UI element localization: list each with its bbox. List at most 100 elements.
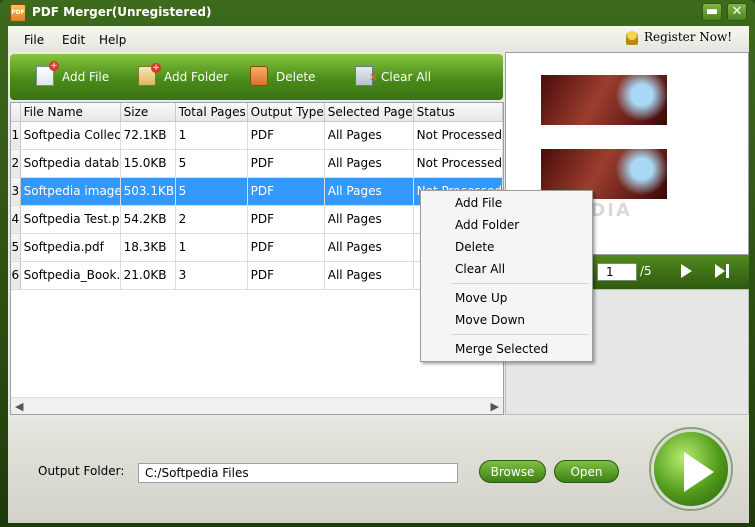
ctx-delete[interactable]: Delete bbox=[455, 240, 494, 254]
column-header-output-type[interactable]: Output Type bbox=[247, 103, 325, 122]
cell-total-pages: 1 bbox=[175, 233, 248, 262]
output-folder-input[interactable]: C:/Softpedia Files bbox=[138, 463, 458, 483]
window-title: PDF Merger(Unregistered) bbox=[32, 5, 212, 19]
row-index: 1 bbox=[11, 121, 21, 150]
column-header-status[interactable]: Status bbox=[413, 103, 504, 122]
cell-selected-page: All Pages bbox=[324, 205, 414, 234]
ctx-separator bbox=[451, 334, 589, 335]
cell-output-type: PDF bbox=[247, 205, 325, 234]
cell-file-name: Softpedia.pdf bbox=[20, 233, 121, 262]
ctx-separator bbox=[451, 283, 589, 284]
add-file-button[interactable]: Add File bbox=[36, 61, 110, 88]
row-index: 5 bbox=[11, 233, 21, 262]
file-name-text: Softpedia Test.pdf bbox=[23, 212, 120, 226]
clear-all-label: Clear All bbox=[381, 70, 432, 84]
cell-output-type: PDF bbox=[247, 177, 325, 206]
file-name-text: Softpedia_Book.pdf bbox=[23, 268, 120, 282]
menu-edit[interactable]: Edit bbox=[62, 33, 85, 47]
add-file-icon bbox=[36, 61, 59, 86]
ctx-merge-selected[interactable]: Merge Selected bbox=[455, 342, 548, 356]
add-file-label: Add File bbox=[62, 70, 110, 84]
thumbnail-caption-decoration bbox=[541, 141, 667, 147]
register-label: Register Now! bbox=[644, 30, 733, 44]
context-menu: Add File Add Folder Delete Clear All Mov… bbox=[420, 190, 593, 362]
ctx-move-down[interactable]: Move Down bbox=[455, 313, 525, 327]
preview-thumbnail-page bbox=[541, 75, 667, 125]
cell-selected-page: All Pages bbox=[324, 121, 414, 150]
start-merge-button[interactable] bbox=[651, 429, 731, 509]
cell-size: 21.0KB bbox=[120, 261, 176, 290]
trash-icon bbox=[250, 66, 268, 86]
register-now-link[interactable]: Register Now! bbox=[626, 30, 732, 48]
add-folder-icon bbox=[138, 63, 161, 86]
file-name-text: Softpedia.pdf bbox=[23, 240, 104, 254]
open-button[interactable]: Open bbox=[554, 460, 619, 483]
cell-status: Not Processed bbox=[413, 121, 504, 150]
row-index: 4 bbox=[11, 205, 21, 234]
pdf-app-icon: PDF bbox=[10, 4, 26, 22]
column-header-index bbox=[11, 103, 21, 122]
clear-all-button[interactable]: Clear All bbox=[355, 66, 432, 89]
cell-output-type: PDF bbox=[247, 121, 325, 150]
delete-label: Delete bbox=[276, 70, 316, 84]
ctx-move-up[interactable]: Move Up bbox=[455, 291, 507, 305]
add-folder-label: Add Folder bbox=[164, 70, 229, 84]
title-bar[interactable]: PDF PDF Merger(Unregistered) ▬ ✕ bbox=[0, 0, 755, 26]
ctx-clear-all[interactable]: Clear All bbox=[455, 262, 505, 276]
cell-size: 503.1KB bbox=[120, 177, 176, 206]
cell-selected-page: All Pages bbox=[324, 177, 414, 206]
next-page-icon[interactable] bbox=[681, 264, 692, 278]
cell-output-type: PDF bbox=[247, 149, 325, 178]
column-header-file-name[interactable]: File Name bbox=[20, 103, 121, 122]
toolbar: Add File Add Folder Delete Clear All bbox=[10, 54, 503, 100]
cell-file-name: Softpedia database bbox=[20, 149, 121, 178]
cell-size: 54.2KB bbox=[120, 205, 176, 234]
cell-output-type: PDF bbox=[247, 261, 325, 290]
ctx-add-file[interactable]: Add File bbox=[455, 196, 502, 210]
column-header-size[interactable]: Size bbox=[120, 103, 176, 122]
close-button[interactable]: ✕ bbox=[727, 3, 747, 21]
file-name-text: Softpedia images.pdf bbox=[23, 184, 120, 198]
minimize-button[interactable]: ▬ bbox=[702, 3, 722, 21]
app-window: PDF PDF Merger(Unregistered) ▬ ✕ File Ed… bbox=[0, 0, 755, 527]
horizontal-scrollbar[interactable]: ◀ ▶ bbox=[11, 397, 503, 414]
table-row[interactable]: 2 Softpedia database 15.0KB 5 PDF All Pa… bbox=[11, 149, 504, 178]
column-header-total-pages[interactable]: Total Pages bbox=[175, 103, 248, 122]
column-header-selected-page[interactable]: Selected Page bbox=[324, 103, 414, 122]
cell-total-pages: 1 bbox=[175, 121, 248, 150]
cell-size: 18.3KB bbox=[120, 233, 176, 262]
cell-total-pages: 5 bbox=[175, 177, 248, 206]
cell-size: 15.0KB bbox=[120, 149, 176, 178]
cell-total-pages: 3 bbox=[175, 261, 248, 290]
row-index: 3 bbox=[11, 177, 21, 206]
delete-button[interactable]: Delete bbox=[250, 66, 316, 88]
clear-all-icon bbox=[355, 66, 378, 89]
add-folder-button[interactable]: Add Folder bbox=[138, 63, 229, 88]
row-index: 2 bbox=[11, 149, 21, 178]
cell-file-name: Softpedia Collection bbox=[20, 121, 121, 150]
client-area: File Edit Help Register Now! Add File Ad… bbox=[8, 26, 749, 523]
cell-selected-page: All Pages bbox=[324, 233, 414, 262]
last-page-icon[interactable] bbox=[715, 264, 731, 278]
cell-file-name: Softpedia_Book.pdf bbox=[20, 261, 121, 290]
ctx-add-folder[interactable]: Add Folder bbox=[455, 218, 519, 232]
cell-status: Not Processed bbox=[413, 149, 504, 178]
file-name-text: Softpedia Collection bbox=[23, 128, 120, 142]
file-name-text: Softpedia database bbox=[23, 156, 120, 170]
page-number-input[interactable]: 1 bbox=[597, 263, 637, 281]
play-icon bbox=[684, 452, 714, 492]
menu-bar: File Edit Help Register Now! bbox=[8, 26, 749, 52]
scroll-left-icon[interactable]: ◀ bbox=[15, 400, 23, 413]
browse-button[interactable]: Browse bbox=[479, 460, 546, 483]
menu-help[interactable]: Help bbox=[99, 33, 126, 47]
row-index: 6 bbox=[11, 261, 21, 290]
output-panel: Output Folder: C:/Softpedia Files Browse… bbox=[8, 417, 749, 523]
cell-selected-page: All Pages bbox=[324, 261, 414, 290]
cell-total-pages: 2 bbox=[175, 205, 248, 234]
scroll-right-icon[interactable]: ▶ bbox=[491, 400, 499, 413]
menu-file[interactable]: File bbox=[24, 33, 44, 47]
cell-file-name: Softpedia Test.pdf bbox=[20, 205, 121, 234]
table-row[interactable]: 1 Softpedia Collection 72.1KB 1 PDF All … bbox=[11, 121, 504, 150]
output-folder-label: Output Folder: bbox=[38, 464, 125, 478]
cell-file-name: Softpedia images.pdf bbox=[20, 177, 121, 206]
